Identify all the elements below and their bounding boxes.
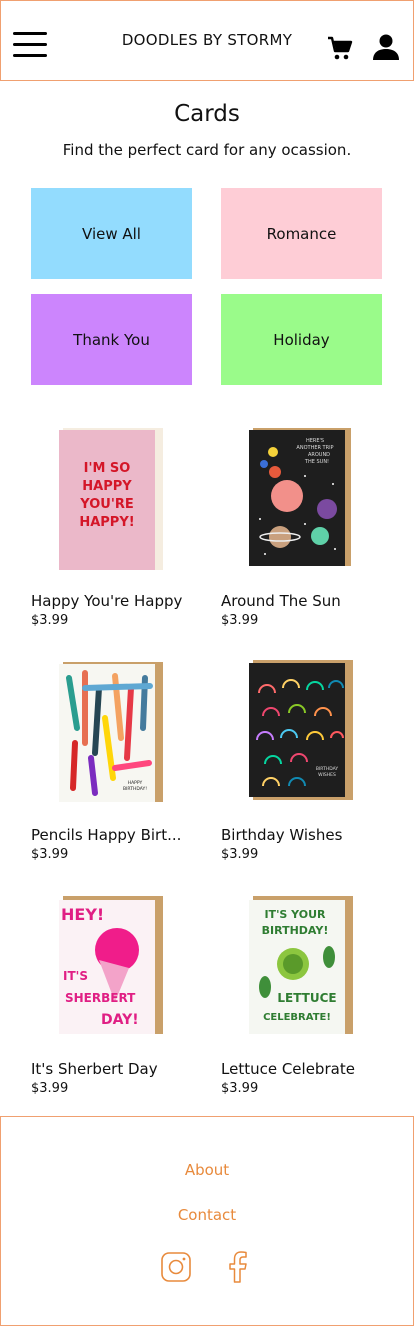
category-romance-button[interactable]: Romance <box>221 188 382 279</box>
product-name[interactable]: Lettuce Celebrate <box>221 1060 355 1078</box>
product-name[interactable]: Happy You're Happy <box>31 592 182 610</box>
product-card-happy-youre-happy[interactable]: I'M SO HAPPY YOU'RE HAPPY! Happy You're … <box>31 424 201 628</box>
cart-button[interactable] <box>327 35 353 61</box>
product-price: $3.99 <box>221 1081 259 1096</box>
instagram-icon <box>161 1252 191 1282</box>
product-name[interactable]: Pencils Happy Birt... <box>31 826 181 844</box>
product-price: $3.99 <box>31 1081 69 1096</box>
product-name[interactable]: It's Sherbert Day <box>31 1060 158 1078</box>
product-price: $3.99 <box>31 847 69 862</box>
site-footer: About Contact <box>0 1116 414 1326</box>
card-text: HAPPY <box>128 780 143 786</box>
product-card-pencils-happy-birthday[interactable]: HAPPY BIRTHDAY! Pencils Happy Birt... $3… <box>31 658 201 862</box>
product-name[interactable]: Birthday Wishes <box>221 826 342 844</box>
card-text: DAY! <box>101 1012 139 1028</box>
product-price: $3.99 <box>31 613 69 628</box>
product-image: IT'S YOUR BIRTHDAY! LETTUCE CELEBRATE! <box>249 896 353 1034</box>
facebook-icon <box>229 1251 247 1283</box>
footer-about-link[interactable]: About <box>1 1161 413 1179</box>
product-price: $3.99 <box>221 613 259 628</box>
page-subtitle: Find the perfect card for any ocassion. <box>62 141 352 159</box>
card-text: WISHES <box>318 772 336 778</box>
product-image: HEY! IT'S SHERBERT DAY! <box>59 896 163 1034</box>
card-text: HERE'S <box>306 438 324 444</box>
card-text: HEY! <box>61 905 104 924</box>
shopping-cart-icon <box>328 36 353 60</box>
card-text: LETTUCE <box>277 991 336 1005</box>
account-button[interactable] <box>372 33 400 61</box>
product-card-around-the-sun[interactable]: HERE'S ANOTHER TRIP AROUND THE SUN! Arou… <box>221 424 391 628</box>
card-text: YOU'RE <box>79 497 133 512</box>
facebook-link[interactable] <box>221 1250 255 1284</box>
product-card-lettuce-celebrate[interactable]: IT'S YOUR BIRTHDAY! LETTUCE CELEBRATE! L… <box>221 892 391 1096</box>
footer-contact-link[interactable]: Contact <box>1 1206 413 1224</box>
card-text: IT'S YOUR <box>264 908 326 921</box>
card-text: IT'S <box>63 969 88 983</box>
card-text: AROUND <box>308 452 330 458</box>
card-text: I'M SO <box>84 461 131 476</box>
product-price: $3.99 <box>221 847 259 862</box>
user-account-icon <box>373 34 399 60</box>
product-image: BIRTHDAY WISHES <box>249 660 353 800</box>
card-text: HAPPY! <box>79 515 134 530</box>
card-text: BIRTHDAY! <box>262 924 329 937</box>
card-text: HAPPY <box>82 479 132 494</box>
page-title: Cards <box>174 101 240 127</box>
category-holiday-button[interactable]: Holiday <box>221 294 382 385</box>
product-image: HERE'S ANOTHER TRIP AROUND THE SUN! <box>249 428 351 566</box>
card-text: CELEBRATE! <box>263 1012 331 1023</box>
product-card-birthday-wishes[interactable]: BIRTHDAY WISHES Birthday Wishes $3.99 <box>221 658 391 862</box>
hamburger-menu-icon-bar <box>13 54 47 57</box>
card-text: SHERBERT <box>65 991 136 1005</box>
card-text: BIRTHDAY! <box>123 786 147 792</box>
category-view-all-button[interactable]: View All <box>31 188 192 279</box>
card-text: ANOTHER TRIP <box>296 445 333 451</box>
card-text: THE SUN! <box>304 459 329 465</box>
card-text: BIRTHDAY <box>316 766 338 772</box>
product-image: HAPPY BIRTHDAY! <box>59 662 163 802</box>
product-name[interactable]: Around The Sun <box>221 592 341 610</box>
product-image: I'M SO HAPPY YOU'RE HAPPY! <box>59 428 163 570</box>
product-card-its-sherbert-day[interactable]: HEY! IT'S SHERBERT DAY! It's Sherbert Da… <box>31 892 201 1096</box>
category-thank-you-button[interactable]: Thank You <box>31 294 192 385</box>
site-header: DOODLES BY STORMY <box>0 0 414 81</box>
instagram-link[interactable] <box>159 1250 193 1284</box>
